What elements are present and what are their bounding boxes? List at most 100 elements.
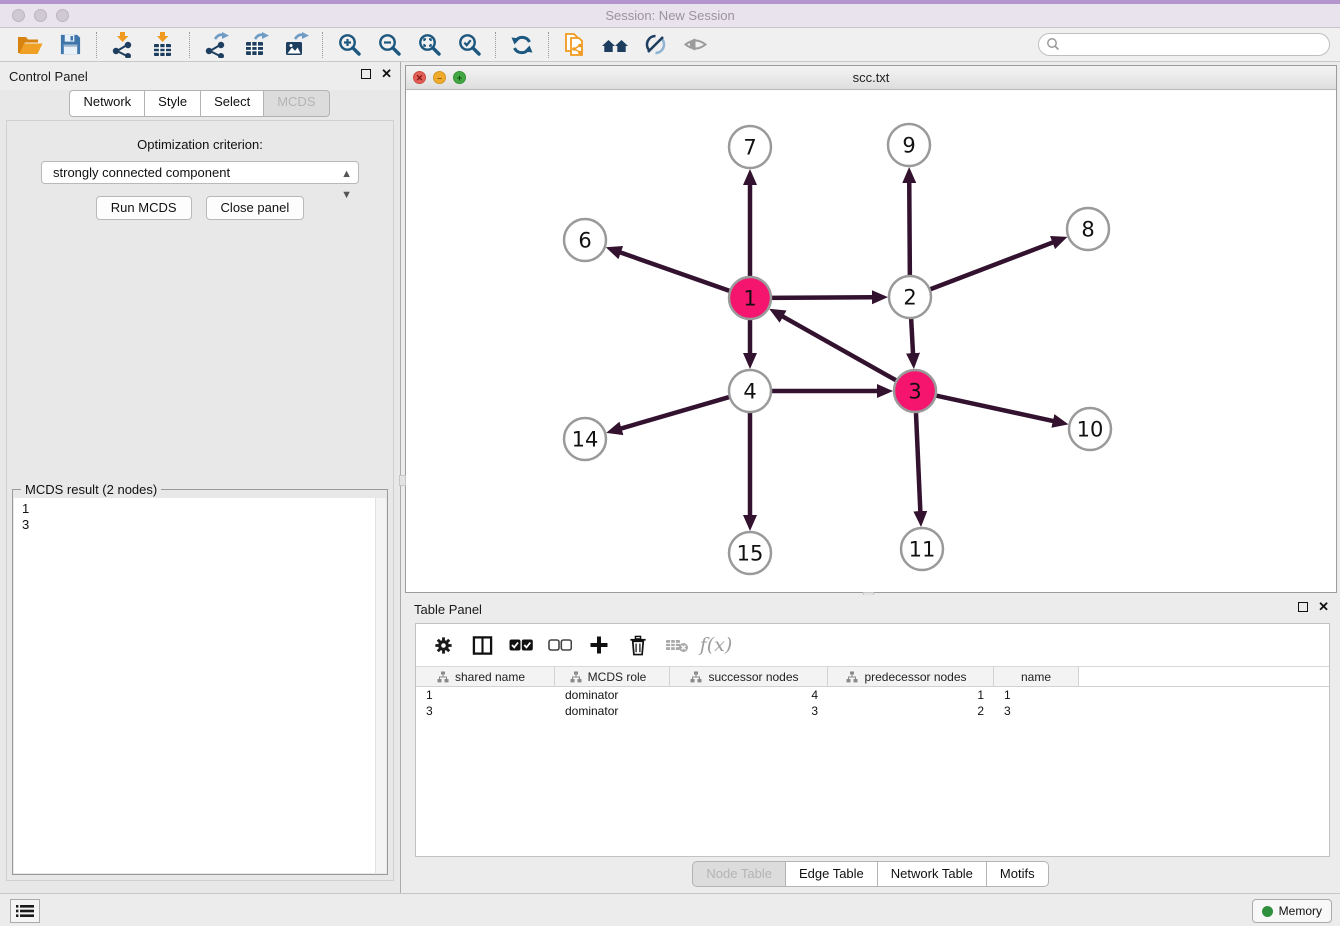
export-network-icon <box>203 32 229 58</box>
search-input[interactable] <box>1038 33 1330 56</box>
home-button[interactable] <box>595 30 635 60</box>
toolbar-separator <box>548 32 549 58</box>
toolbar-separator <box>189 32 190 58</box>
cell-name[interactable]: 3 <box>994 703 1079 719</box>
cell-name[interactable]: 1 <box>994 687 1079 703</box>
toolbar-separator <box>322 32 323 58</box>
toolbar-separator <box>96 32 97 58</box>
result-scrollbar[interactable] <box>375 498 386 873</box>
tab-mcds[interactable]: MCDS <box>263 90 329 117</box>
table-settings-button[interactable] <box>430 632 456 658</box>
delete-table-icon <box>665 636 689 654</box>
graph-edge-1-2[interactable] <box>769 297 873 298</box>
show-hide-button[interactable] <box>675 30 715 60</box>
cell-predecessor-nodes[interactable]: 2 <box>828 703 994 719</box>
trash-icon <box>628 635 648 656</box>
clone-network-button[interactable] <box>555 30 595 60</box>
float-table-panel-icon[interactable] <box>1298 602 1308 612</box>
cell-mcds-role[interactable]: dominator <box>555 687 670 703</box>
delete-table-button[interactable] <box>664 632 690 658</box>
zoom-selected-button[interactable] <box>449 30 489 60</box>
float-panel-icon[interactable] <box>361 69 371 79</box>
export-table-button[interactable] <box>236 30 276 60</box>
table-row[interactable]: 1 dominator 4 1 1 <box>416 687 1329 703</box>
graph-edge-2-8[interactable] <box>928 242 1054 290</box>
import-table-icon <box>150 32 176 58</box>
deselect-all-button[interactable] <box>547 632 573 658</box>
cell-shared-name[interactable]: 1 <box>416 687 555 703</box>
graph-edge-3-11[interactable] <box>916 410 921 512</box>
criterion-select[interactable]: strongly connected component ▲▼ <box>41 161 359 184</box>
zoom-fit-icon <box>417 32 442 57</box>
zoom-in-button[interactable] <box>329 30 369 60</box>
graph-edge-3-1[interactable] <box>782 316 898 382</box>
splitter-grip-vertical[interactable] <box>399 475 406 486</box>
cell-successor-nodes[interactable]: 3 <box>670 703 828 719</box>
export-image-button[interactable] <box>276 30 316 60</box>
close-panel-icon[interactable]: ✕ <box>381 68 392 80</box>
mcds-panel: Optimization criterion: strongly connect… <box>6 120 394 881</box>
refresh-button[interactable] <box>502 30 542 60</box>
gear-icon <box>433 635 454 656</box>
close-table-panel-icon[interactable]: ✕ <box>1318 601 1329 613</box>
zoom-fit-button[interactable] <box>409 30 449 60</box>
toolbar-separator <box>495 32 496 58</box>
table-header-row: shared name MCDS role successor nodes <box>416 666 1329 687</box>
result-line: 3 <box>22 517 386 533</box>
network-graph[interactable]: 7968124314101511 <box>406 90 1336 592</box>
import-network-icon <box>110 32 136 58</box>
cell-mcds-role[interactable]: dominator <box>555 703 670 719</box>
graph-edge-1-6[interactable] <box>620 252 732 291</box>
mcds-result-textarea[interactable]: 1 3 <box>14 498 386 873</box>
graph-edge-2-3[interactable] <box>911 316 913 354</box>
tree-icon <box>690 671 702 683</box>
run-mcds-button[interactable]: Run MCDS <box>96 196 192 220</box>
save-session-button[interactable] <box>50 30 90 60</box>
tab-network-table[interactable]: Network Table <box>877 861 987 887</box>
optimization-criterion-label: Optimization criterion: <box>7 137 393 152</box>
graph-edge-2-9[interactable] <box>909 182 910 278</box>
deselect-all-icon <box>548 638 572 652</box>
tab-edge-table[interactable]: Edge Table <box>785 861 878 887</box>
open-session-button[interactable] <box>10 30 50 60</box>
export-network-button[interactable] <box>196 30 236 60</box>
column-header-name[interactable]: name <box>994 667 1079 686</box>
refresh-icon <box>510 33 534 57</box>
cell-successor-nodes[interactable]: 4 <box>670 687 828 703</box>
close-panel-button[interactable]: Close panel <box>206 196 305 220</box>
network-window-titlebar[interactable]: ✕ – + scc.txt <box>406 66 1336 90</box>
column-header-successor-nodes[interactable]: successor nodes <box>670 667 828 686</box>
zoom-in-icon <box>337 32 362 57</box>
graph-edge-4-14[interactable] <box>621 396 732 428</box>
tab-network[interactable]: Network <box>69 90 145 117</box>
memory-button[interactable]: Memory <box>1252 899 1332 923</box>
graph-node-label-2: 2 <box>903 286 916 310</box>
column-header-predecessor-nodes[interactable]: predecessor nodes <box>828 667 994 686</box>
cell-shared-name[interactable]: 3 <box>416 703 555 719</box>
select-all-icon <box>509 638 533 652</box>
graphics-details-button[interactable] <box>635 30 675 60</box>
graph-edge-3-10[interactable] <box>934 395 1054 421</box>
tab-select[interactable]: Select <box>200 90 264 117</box>
clone-network-icon <box>562 32 588 58</box>
table-row[interactable]: 3 dominator 3 2 3 <box>416 703 1329 719</box>
zoom-out-button[interactable] <box>369 30 409 60</box>
cell-predecessor-nodes[interactable]: 1 <box>828 687 994 703</box>
select-all-button[interactable] <box>508 632 534 658</box>
tab-node-table[interactable]: Node Table <box>692 861 786 887</box>
show-columns-button[interactable] <box>469 632 495 658</box>
network-canvas[interactable]: 7968124314101511 <box>406 90 1336 592</box>
delete-column-button[interactable] <box>625 632 651 658</box>
home-icon <box>601 33 629 57</box>
import-network-button[interactable] <box>103 30 143 60</box>
control-panel: Control Panel ✕ Network Style Select MCD… <box>0 62 401 893</box>
add-column-button[interactable] <box>586 632 612 658</box>
tab-style[interactable]: Style <box>144 90 201 117</box>
tree-icon <box>846 671 858 683</box>
tab-motifs[interactable]: Motifs <box>986 861 1049 887</box>
column-header-mcds-role[interactable]: MCDS role <box>555 667 670 686</box>
import-table-button[interactable] <box>143 30 183 60</box>
show-panels-button[interactable] <box>10 899 40 923</box>
function-builder-button[interactable]: f(x) <box>703 632 729 658</box>
column-header-shared-name[interactable]: shared name <box>416 667 555 686</box>
